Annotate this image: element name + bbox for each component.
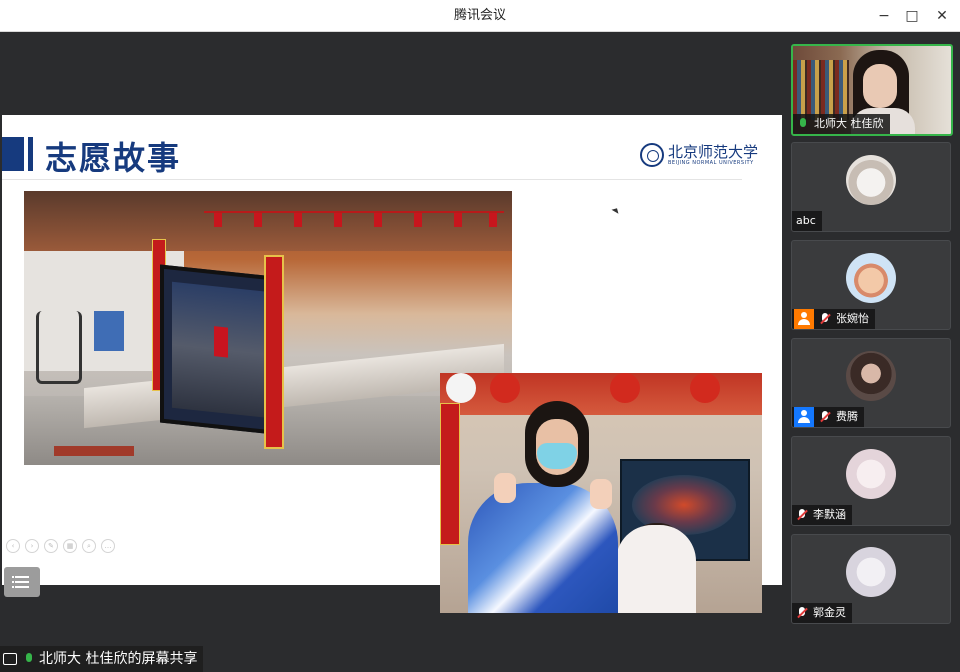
microphone-muted-icon xyxy=(817,311,833,327)
window-title: 腾讯会议 xyxy=(453,8,506,23)
next-slide-icon[interactable]: › xyxy=(25,539,39,553)
slide-divider xyxy=(2,179,742,180)
slide-photo-lounge xyxy=(24,191,512,465)
avatar xyxy=(846,155,896,205)
close-button[interactable]: ✕ xyxy=(930,4,954,28)
window-title-bar: 腾讯会议 − □ ✕ xyxy=(0,0,960,32)
participant-name-tag: abc xyxy=(792,211,822,231)
slide-title-marker-bar xyxy=(28,137,33,171)
avatar xyxy=(846,351,896,401)
microphone-on-icon xyxy=(795,116,811,132)
user-role-icon xyxy=(794,407,814,427)
microphone-muted-icon xyxy=(817,409,833,425)
participant-name-tag: 张婉怡 xyxy=(792,309,875,329)
participant-name-tag: 郭金灵 xyxy=(792,603,852,623)
participant-tile[interactable]: 北师大 杜佳欣 xyxy=(791,44,953,136)
participant-tile[interactable]: 张婉怡 xyxy=(791,240,951,330)
prev-slide-icon[interactable]: ‹ xyxy=(6,539,20,553)
university-logo: 北京师范大学 BEIJING NORMAL UNIVERSITY xyxy=(640,143,758,167)
pen-icon[interactable]: ✎ xyxy=(44,539,58,553)
maximize-button[interactable]: □ xyxy=(900,4,924,28)
screen-share-label: 北师大 杜佳欣的屏幕共享 xyxy=(0,646,204,672)
participant-name-tag: 李默涵 xyxy=(792,505,852,525)
avatar xyxy=(846,449,896,499)
screen-share-area[interactable]: 志愿故事 北京师范大学 BEIJING NORMAL UNIVERSITY ‹ … xyxy=(0,32,783,672)
participant-name: abc xyxy=(796,214,816,227)
participant-tile[interactable]: 李默涵 xyxy=(791,436,951,526)
participant-name: 李默涵 xyxy=(813,508,846,521)
logo-text: 北京师范大学 xyxy=(668,143,759,161)
participant-tile[interactable]: 郭金灵 xyxy=(791,534,951,624)
screen-share-icon xyxy=(3,653,17,665)
zoom-icon[interactable]: ⌕ xyxy=(82,539,96,553)
slide-nav-controls: ‹ › ✎ ▦ ⌕ … xyxy=(6,539,115,553)
participant-name-tag: 北师大 杜佳欣 xyxy=(793,114,890,134)
participant-name-tag: 费腾 xyxy=(792,407,864,427)
mouse-cursor-icon xyxy=(611,206,621,214)
participant-name: 郭金灵 xyxy=(813,606,846,619)
outline-menu-button[interactable] xyxy=(4,567,40,597)
university-seal-icon xyxy=(640,143,664,167)
more-icon[interactable]: … xyxy=(101,539,115,553)
slide-title-marker xyxy=(2,137,24,171)
avatar xyxy=(846,253,896,303)
participant-tile[interactable]: abc xyxy=(791,142,951,232)
avatar xyxy=(846,547,896,597)
participant-tile[interactable]: 费腾 xyxy=(791,338,951,428)
presentation-slide: 志愿故事 北京师范大学 BEIJING NORMAL UNIVERSITY ‹ … xyxy=(2,115,782,613)
participant-name: 北师大 杜佳欣 xyxy=(814,117,884,130)
slide-title: 志愿故事 xyxy=(45,139,182,177)
minimize-button[interactable]: − xyxy=(872,4,896,28)
screen-share-owner: 北师大 杜佳欣的屏幕共享 xyxy=(39,651,198,667)
user-role-icon xyxy=(794,309,814,329)
participant-panel: 北师大 杜佳欣 abc 张婉怡 费腾 李默涵 郭金灵 xyxy=(783,32,960,640)
slides-grid-icon[interactable]: ▦ xyxy=(63,539,77,553)
microphone-on-icon xyxy=(21,651,37,667)
participant-name: 费腾 xyxy=(836,410,858,423)
logo-subtext: BEIJING NORMAL UNIVERSITY xyxy=(668,160,754,166)
microphone-muted-icon xyxy=(794,605,810,621)
participant-name: 张婉怡 xyxy=(836,312,869,325)
slide-photo-volunteer xyxy=(440,373,762,613)
microphone-muted-icon xyxy=(794,507,810,523)
